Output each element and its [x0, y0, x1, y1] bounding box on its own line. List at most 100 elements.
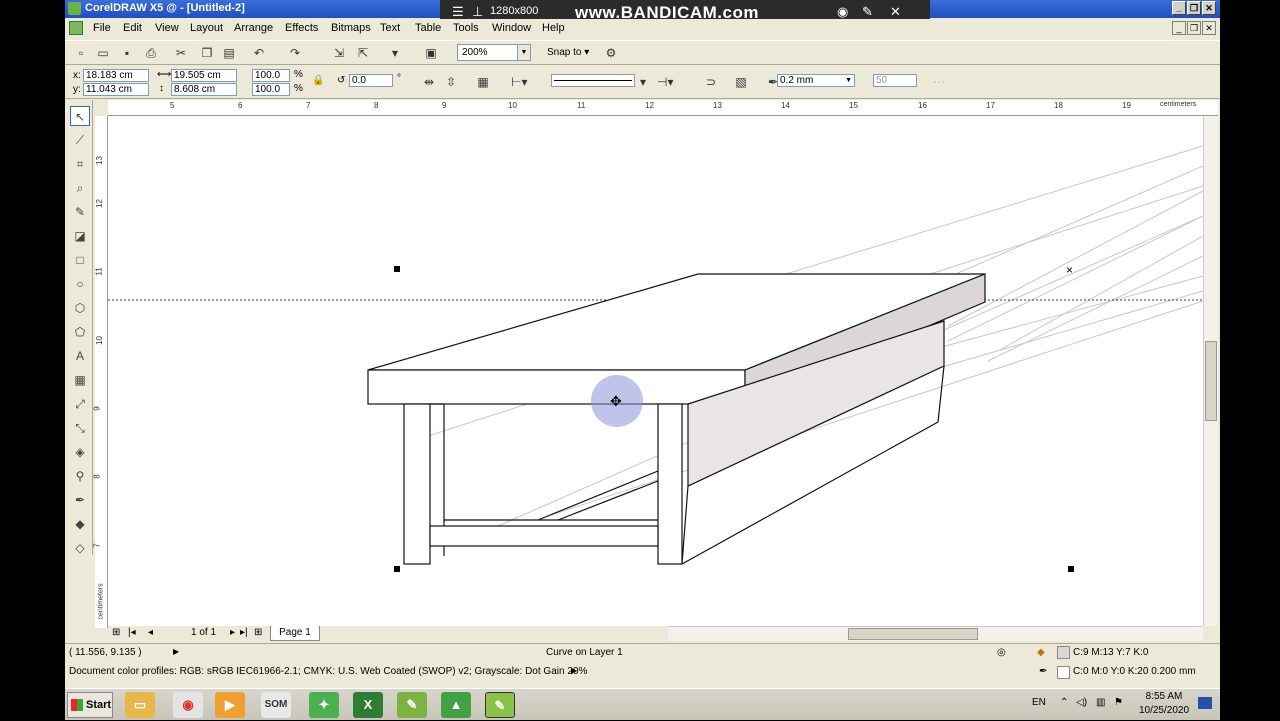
start-arrowhead-icon[interactable]: ⊢▾ — [511, 74, 527, 90]
zoom-level-select[interactable]: 200% ▼ — [457, 44, 531, 61]
add-page-icon[interactable]: ⊞ — [112, 627, 120, 638]
close-curve-icon[interactable]: ⊃ — [703, 74, 719, 90]
close-button[interactable]: ✕ — [1202, 1, 1216, 15]
undo-icon[interactable]: ↶ — [251, 45, 267, 61]
outline-width-select[interactable]: 0.2 mm ▼ — [777, 74, 855, 87]
x-position-field[interactable]: 18.183 cm — [83, 69, 149, 82]
text-tool-icon[interactable]: A — [70, 346, 90, 366]
blend-tool-icon[interactable]: ◈ — [70, 442, 90, 462]
export-icon[interactable]: ⇱ — [355, 45, 371, 61]
excel-icon[interactable]: X — [353, 692, 383, 718]
chevron-down-icon[interactable]: ▾ — [635, 74, 651, 90]
zoom-tool-icon[interactable]: ⌕ — [70, 178, 90, 198]
parallel-dimension-tool-icon[interactable]: ⤢ — [70, 394, 90, 414]
rectangle-tool-icon[interactable]: □ — [70, 250, 90, 270]
menu-tools[interactable]: Tools — [453, 22, 479, 34]
corel-active-icon[interactable]: ✎ — [485, 692, 515, 718]
camera-icon[interactable]: ◉ — [837, 4, 848, 20]
corel-x5-icon[interactable]: ✎ — [397, 692, 427, 718]
language-indicator[interactable]: EN — [1032, 697, 1046, 708]
next-page-icon[interactable]: ▸ — [230, 627, 235, 638]
menu-table[interactable]: Table — [415, 22, 441, 34]
height-field[interactable]: 8.608 cm — [171, 83, 237, 96]
open-icon[interactable]: ▭ — [95, 45, 111, 61]
connector-tool-icon[interactable]: ⤡ — [70, 418, 90, 438]
menu-window[interactable]: Window — [492, 22, 531, 34]
scale-height-field[interactable]: 100.0 — [252, 83, 290, 96]
document-icon[interactable] — [69, 21, 83, 35]
fill-tool-icon[interactable]: ◆ — [70, 514, 90, 534]
close-icon[interactable]: ✕ — [890, 4, 901, 20]
copy-icon[interactable]: ❐ — [199, 45, 215, 61]
scale-width-field[interactable]: 100.0 — [252, 69, 290, 82]
menu-bitmaps[interactable]: Bitmaps — [331, 22, 371, 34]
drawing-canvas[interactable]: × ✥ — [108, 116, 1203, 626]
network-icon[interactable]: ▥ — [1096, 697, 1105, 708]
doc-restore-button[interactable]: ❐ — [1187, 21, 1201, 35]
restore-button[interactable]: ❐ — [1187, 1, 1201, 15]
ellipse-tool-icon[interactable]: ○ — [70, 274, 90, 294]
eyedropper-tool-icon[interactable]: ⚲ — [70, 466, 90, 486]
chrome-icon[interactable]: ◉ — [173, 692, 203, 718]
redo-icon[interactable]: ↷ — [287, 45, 303, 61]
wrap-icon[interactable]: ▧ — [733, 74, 749, 90]
profiles-arrow-icon[interactable]: ▶ — [571, 666, 577, 675]
vertical-scroll-thumb[interactable] — [1205, 341, 1217, 421]
save-icon[interactable]: ▪ — [119, 45, 135, 61]
horizontal-ruler[interactable]: 5 6 7 8 9 10 11 12 13 14 15 16 17 18 19 … — [108, 100, 1218, 116]
wrap-text-icon[interactable]: ▦ — [475, 74, 491, 90]
first-page-icon[interactable]: |◂ — [128, 627, 136, 638]
menu-effects[interactable]: Effects — [285, 22, 318, 34]
menu-view[interactable]: View — [155, 22, 179, 34]
print-icon[interactable]: ⎙ — [143, 45, 159, 61]
interactive-fill-tool-icon[interactable]: ◇ — [70, 538, 90, 558]
som-icon[interactable]: SOM — [261, 692, 291, 718]
media-player-icon[interactable]: ▶ — [215, 692, 245, 718]
explorer-icon[interactable]: ▭ — [125, 692, 155, 718]
horizontal-scrollbar[interactable] — [668, 626, 1203, 641]
mirror-horizontal-icon[interactable]: ⇹ — [421, 74, 437, 90]
paste-icon[interactable]: ▤ — [221, 45, 237, 61]
cut-icon[interactable]: ✂ — [173, 45, 189, 61]
menu-arrange[interactable]: Arrange — [234, 22, 273, 34]
expand-arrow-icon[interactable]: ▶ — [173, 647, 179, 656]
curve-smoothing-field[interactable]: 50 — [873, 74, 917, 87]
reduce-nodes-icon[interactable]: ⋯ — [931, 74, 947, 90]
y-position-field[interactable]: 11.043 cm — [83, 83, 149, 96]
pencil-icon[interactable]: ✎ — [862, 4, 873, 20]
menu-layout[interactable]: Layout — [190, 22, 223, 34]
vertical-ruler[interactable]: 13 12 11 10 9 8 7 centimeters — [93, 116, 108, 628]
new-icon[interactable]: ▫ — [73, 45, 89, 61]
end-arrowhead-icon[interactable]: ⊣▾ — [657, 74, 673, 90]
show-desktop-icon[interactable] — [1198, 697, 1212, 709]
flag-icon[interactable]: ⚑ — [1114, 697, 1123, 708]
snap-to-dropdown[interactable]: Snap to ▾ — [547, 47, 589, 58]
add-page-after-icon[interactable]: ⊞ — [254, 627, 262, 638]
width-field[interactable]: 19.505 cm — [171, 69, 237, 82]
pin-icon[interactable]: ⊥ — [472, 4, 483, 20]
shape-tool-icon[interactable]: ⟋ — [70, 130, 90, 150]
last-page-icon[interactable]: ▸| — [240, 627, 248, 638]
freehand-tool-icon[interactable]: ✎ — [70, 202, 90, 222]
clock-time[interactable]: 8:55 AM — [1140, 691, 1188, 702]
clock-date[interactable]: 10/25/2020 — [1134, 705, 1194, 716]
basic-shapes-tool-icon[interactable]: ⬠ — [70, 322, 90, 342]
pick-tool-icon[interactable]: ↖ — [70, 106, 90, 126]
crop-tool-icon[interactable]: ⌗ — [70, 154, 90, 174]
horizontal-scroll-thumb[interactable] — [848, 628, 978, 640]
tray-arrow-icon[interactable]: ⌃ — [1060, 697, 1068, 708]
import-icon[interactable]: ⇲ — [331, 45, 347, 61]
page-tab[interactable]: Page 1 — [270, 626, 320, 641]
volume-icon[interactable]: ◁) — [1076, 697, 1087, 708]
vertical-scrollbar[interactable] — [1203, 116, 1218, 626]
smart-fill-tool-icon[interactable]: ◪ — [70, 226, 90, 246]
doc-close-button[interactable]: ✕ — [1202, 21, 1216, 35]
coreldraw-icon[interactable]: ✦ — [309, 692, 339, 718]
polygon-tool-icon[interactable]: ⬡ — [70, 298, 90, 318]
menu-icon[interactable]: ☰ — [452, 4, 464, 20]
menu-help[interactable]: Help — [542, 22, 565, 34]
table-drawing[interactable]: × ✥ — [108, 116, 1203, 626]
minimize-button[interactable]: _ — [1172, 1, 1186, 15]
mirror-vertical-icon[interactable]: ⇳ — [443, 74, 459, 90]
rotation-field[interactable]: 0.0 — [349, 74, 393, 87]
